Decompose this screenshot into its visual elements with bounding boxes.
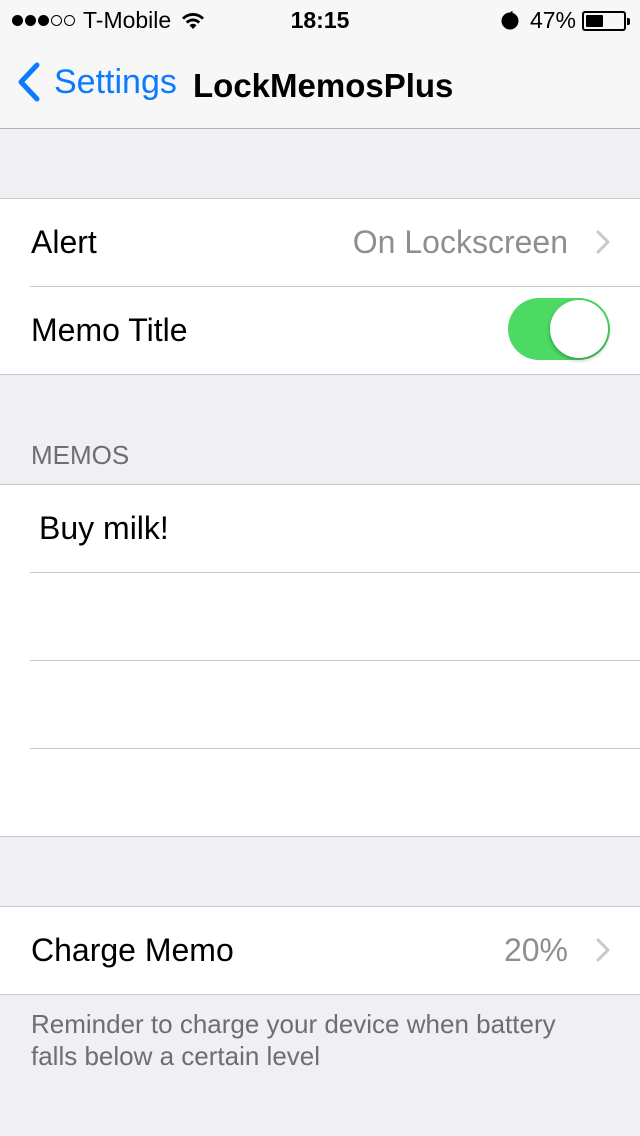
charge-memo-footer: Reminder to charge your device when batt… [31, 1009, 556, 1071]
charge-group: Charge Memo 20% [0, 906, 640, 995]
memo-title-row: Memo Title [0, 287, 640, 374]
back-button[interactable]: Settings [16, 62, 177, 102]
charge-memo-value: 20% [503, 932, 568, 968]
status-right: 47% [500, 7, 630, 34]
alert-label: Alert [31, 224, 97, 260]
back-label: Settings [54, 62, 177, 101]
memo-title-label: Memo Title [31, 312, 188, 348]
alert-value: On Lockscreen [352, 224, 568, 260]
memo-title-toggle[interactable] [508, 298, 610, 360]
chevron-left-icon [18, 62, 40, 102]
memo-text: Buy milk! [39, 510, 169, 546]
memo-field-3[interactable] [0, 661, 640, 748]
charge-memo-row[interactable]: Charge Memo 20% [0, 907, 640, 994]
settings-group: Alert On Lockscreen Memo Title [0, 198, 640, 375]
page-title: LockMemosPlus [193, 67, 454, 104]
toggle-knob [550, 300, 608, 358]
memos-section-header: MEMOS [31, 440, 130, 470]
chevron-right-icon [596, 230, 610, 254]
memo-field-1[interactable]: Buy milk! [0, 485, 640, 572]
status-bar: T-Mobile 18:15 47% [0, 0, 640, 40]
memo-field-4[interactable] [0, 749, 640, 836]
battery-icon [582, 10, 630, 31]
battery-percent: 47% [529, 7, 576, 33]
memos-group: Buy milk! [0, 484, 640, 837]
charge-memo-label: Charge Memo [31, 932, 234, 968]
battery-fill [586, 14, 603, 27]
memo-field-2[interactable] [0, 573, 640, 660]
alert-row[interactable]: Alert On Lockscreen [0, 199, 640, 286]
navigation-bar: Settings LockMemosPlus [0, 40, 640, 129]
chevron-right-icon [596, 938, 610, 962]
rotation-lock-icon [501, 10, 519, 29]
